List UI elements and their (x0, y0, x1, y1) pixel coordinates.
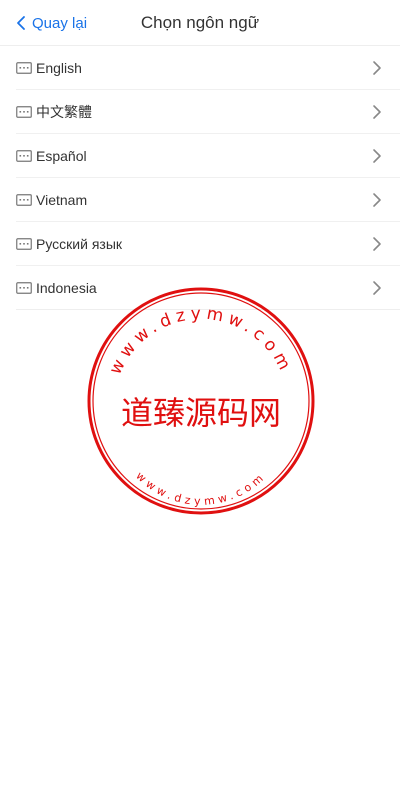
language-label: Русский язык (36, 235, 123, 252)
watermark-ring-top: www.dzymw.com (106, 304, 297, 378)
chevron-right-icon (373, 60, 381, 75)
keyboard-icon (16, 61, 32, 74)
language-item-english[interactable]: English (16, 46, 400, 90)
watermark-center-text: 道臻源码网 (121, 394, 281, 432)
keyboard-icon (16, 281, 32, 294)
language-item-traditional-chinese[interactable]: 中文繁體 (16, 90, 400, 134)
chevron-right-icon (373, 236, 381, 251)
watermark-ring-bottom: www.dzymw.com (133, 469, 268, 508)
nav-header: Quay lại Chọn ngôn ngữ (0, 0, 400, 46)
back-label: Quay lại (32, 14, 88, 32)
language-label: English (36, 59, 82, 76)
chevron-right-icon (373, 280, 381, 295)
keyboard-icon (16, 193, 32, 206)
language-item-spanish[interactable]: Español (16, 134, 400, 178)
language-label: Español (36, 147, 87, 164)
language-item-indonesia[interactable]: Indonesia (16, 266, 400, 310)
keyboard-icon (16, 149, 32, 162)
chevron-right-icon (373, 104, 381, 119)
back-button[interactable]: Quay lại (16, 0, 87, 46)
keyboard-icon (16, 105, 32, 118)
language-label: Vietnam (36, 191, 88, 208)
language-item-russian[interactable]: Русский язык (16, 222, 400, 266)
chevron-right-icon (373, 192, 381, 207)
chevron-left-icon (17, 16, 25, 30)
keyboard-icon (16, 237, 32, 250)
language-label: 中文繁體 (36, 103, 92, 120)
language-item-vietnam[interactable]: Vietnam (16, 178, 400, 222)
page: Quay lại Chọn ngôn ngữ English 中文繁體 Espa… (0, 0, 400, 800)
language-list: English 中文繁體 Español Vietnam Русский язы… (0, 46, 400, 310)
watermark-stamp: www.dzymw.com 道臻源码网 www.dzymw.com (87, 287, 315, 515)
chevron-right-icon (373, 148, 381, 163)
language-label: Indonesia (36, 279, 97, 296)
